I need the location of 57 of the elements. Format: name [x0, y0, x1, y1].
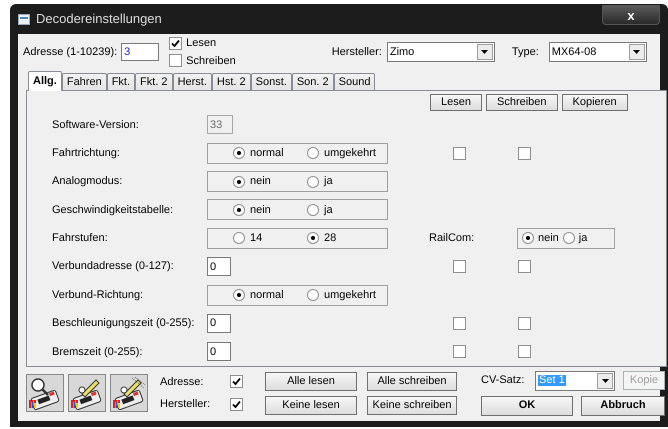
button[interactable]: Alle schreiben — [367, 372, 457, 390]
radio-label: normal — [250, 146, 284, 161]
tab[interactable]: Sonst. — [250, 73, 292, 90]
radio-label: ja — [324, 202, 333, 218]
cv-set-label: CV-Satz: — [481, 373, 526, 388]
ok-button[interactable]: OK — [481, 396, 573, 416]
dropdown[interactable]: MX64-08 — [548, 42, 647, 62]
checkbox-label: Lesen — [186, 36, 216, 51]
railcom-label: RailCom: — [429, 231, 476, 246]
radio-label: ja — [578, 231, 588, 246]
checkbox-label: Hersteller: — [160, 397, 212, 412]
address-label: Adresse (1-10239): — [23, 44, 118, 60]
tab[interactable]: Fkt. — [106, 73, 136, 90]
radio-label: nein — [250, 202, 271, 218]
address-input[interactable]: 3 — [121, 43, 160, 61]
version-field: 33 — [207, 115, 233, 134]
button[interactable]: Keine schreiben — [367, 396, 457, 414]
radio-label: 28 — [324, 231, 336, 246]
radio-label: ja — [324, 174, 333, 190]
field-label: Fahrtrichtung: — [51, 146, 121, 161]
cancel-button[interactable]: Abbruch — [581, 396, 665, 416]
tab[interactable]: Hst. 2 — [212, 73, 251, 90]
radio-label: normal — [250, 288, 284, 303]
radio-label: umgekehrt — [324, 288, 376, 303]
checkbox-label: Schreiben — [186, 54, 236, 68]
button[interactable]: Schreiben — [486, 94, 558, 111]
field-label: Fahrstufen: — [51, 231, 109, 246]
radio-label: 14 — [250, 231, 262, 246]
field-label: Beschleunigungszeit (0-255): — [51, 316, 196, 332]
field-label: Software-Version: — [51, 118, 140, 133]
dropdown[interactable]: Zimo — [386, 42, 495, 62]
number-input[interactable]: 0 — [207, 342, 231, 362]
tab[interactable]: Herst. — [172, 73, 212, 90]
close-button[interactable]: x — [602, 5, 660, 25]
tab[interactable]: Allg. — [28, 71, 62, 91]
field-label: Analogmodus: — [51, 174, 124, 190]
radio-label: umgekehrt — [324, 146, 376, 161]
field-label: Bremszeit (0-255): — [51, 344, 144, 360]
tab[interactable]: Fahren — [62, 73, 107, 90]
tab[interactable]: Sound — [334, 73, 376, 90]
radio-label: nein — [538, 231, 559, 246]
button[interactable]: Kopieren — [562, 94, 628, 111]
manufacturer-label: Hersteller: — [332, 44, 382, 60]
field-label: Verbundadresse (0-127): — [51, 259, 175, 274]
button[interactable]: Keine lesen — [265, 396, 357, 414]
tab[interactable]: Fkt. 2 — [135, 73, 173, 90]
type-label: Type: — [512, 44, 539, 60]
tab[interactable]: Son. 2 — [292, 73, 334, 90]
number-input[interactable]: 0 — [207, 314, 231, 333]
button[interactable]: Lesen — [430, 94, 482, 111]
radio-label: nein — [250, 174, 271, 190]
button[interactable]: Alle lesen — [265, 372, 357, 390]
field-label: Verbund-Richtung: — [51, 288, 144, 303]
field-label: Geschwindigkeitstabelle: — [51, 202, 174, 218]
checkbox-label: Adresse: — [160, 374, 204, 390]
window-title: Decodereinstellungen — [36, 10, 162, 28]
number-input[interactable]: 0 — [207, 257, 231, 276]
